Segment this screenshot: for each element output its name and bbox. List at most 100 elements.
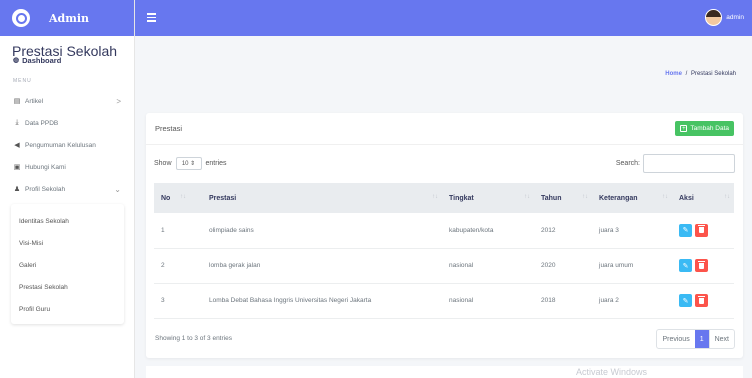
prestasi-table: No ↑↓ Prestasi ↑↓ Tingkat ↑↓ Tahun ↑↓ Ketera… (154, 183, 734, 319)
cell-no: 3 (161, 297, 165, 304)
brand-name: Admin (49, 11, 90, 25)
entries-select[interactable]: 10 ⇕ (175, 157, 202, 170)
table-row: 1 olimpiade sains kabupaten/kota 2012 ju… (154, 213, 734, 248)
table-header-row: No ↑↓ Prestasi ↑↓ Tingkat ↑↓ Tahun ↑↓ Ketera… (154, 183, 734, 213)
card-header: Prestasi + Tambah Data (146, 113, 743, 145)
edit-button[interactable]: ✎ (679, 259, 692, 272)
column-header-no[interactable]: No ↑↓ (154, 183, 202, 213)
user-menu[interactable]: admin (705, 9, 744, 26)
sort-icon: ↑↓ (724, 194, 730, 200)
cell-keterangan: juara 2 (599, 297, 619, 304)
submenu-item-visi-misi[interactable]: Visi-Misi (11, 232, 124, 254)
user-name: admin (726, 14, 744, 21)
sidebar-item-artikel[interactable]: ▤ Artikel > (0, 90, 134, 112)
entries-label: entries (205, 160, 227, 167)
cell-no: 1 (161, 226, 165, 234)
sidebar-item-data-ppdb[interactable]: ⤓ Data PPDB (0, 112, 134, 134)
entries-control: Show 10 ⇕ entries (154, 157, 227, 170)
sort-icon: ↑↓ (432, 194, 438, 200)
submenu-item-profil-guru[interactable]: Profil Guru (11, 298, 124, 320)
next-page-button[interactable]: Next (708, 330, 734, 348)
search-control: Search: (616, 154, 735, 173)
sidebar-item-label: Pengumuman Kelulusan (25, 141, 96, 149)
cell-tingkat: nasional (449, 262, 474, 269)
brand[interactable]: Admin (0, 0, 134, 36)
search-input[interactable] (643, 154, 735, 173)
sidebar-item-pengumuman-kelulusan[interactable]: ◀ Pengumuman Kelulusan (0, 134, 134, 156)
sidebar-item-label: Profil Sekolah (25, 185, 66, 193)
cell-tingkat: nasional (449, 297, 474, 304)
avatar (705, 9, 723, 26)
trash-icon (698, 260, 705, 269)
column-header-keterangan[interactable]: Keterangan ↑↓ (592, 183, 672, 213)
breadcrumb-home-link[interactable]: Home (665, 71, 682, 77)
activate-windows-watermark: Activate Windows (576, 367, 648, 377)
edit-button[interactable]: ✎ (679, 223, 692, 237)
cell-aksi: ✎ (672, 283, 734, 318)
submenu-item-identitas-sekolah[interactable]: Identitas Sekolah (11, 210, 124, 232)
menu-section-label: MENU (13, 78, 32, 84)
sidebar-item-profil-sekolah[interactable]: ♟ Profil Sekolah ⌄ (0, 178, 134, 200)
delete-button[interactable] (695, 294, 708, 307)
cell-tahun: 2018 (541, 297, 556, 304)
contact-card-icon: ▣ (13, 164, 21, 171)
delete-button[interactable] (695, 223, 708, 237)
cell-prestasi: olimpiade sains (209, 226, 254, 234)
cell-no: 2 (161, 262, 165, 269)
column-header-tingkat[interactable]: Tingkat ↑↓ (442, 183, 534, 213)
previous-page-button[interactable]: Previous (657, 330, 694, 348)
breadcrumb-separator: / (685, 71, 688, 77)
download-icon: ⤓ (15, 119, 19, 126)
plus-square-icon: + (680, 125, 688, 132)
sort-icon: ↑↓ (180, 194, 186, 200)
newspaper-icon: ▤ (13, 98, 21, 105)
cell-tahun: 2020 (541, 262, 556, 269)
breadcrumb: Home / Prestasi Sekolah (665, 71, 736, 77)
add-data-label: Tambah Data (690, 125, 729, 132)
trash-icon (698, 225, 705, 234)
table-info: Showing 1 to 3 of 3 entries (155, 335, 232, 342)
users-icon: ♟ (13, 186, 21, 193)
topbar: admin (135, 0, 752, 36)
megaphone-icon: ◀ (14, 142, 20, 149)
edit-button[interactable]: ✎ (679, 294, 692, 307)
prestasi-card: Prestasi + Tambah Data Show 10 ⇕ entries… (146, 113, 743, 358)
sort-icon: ↑↓ (662, 194, 668, 200)
sidebar-item-label: Data PPDB (25, 119, 59, 127)
edit-icon: ✎ (682, 262, 689, 270)
table-row: 3 Lomba Debat Bahasa Inggris Universitas… (154, 283, 734, 318)
sort-icon: ↑↓ (524, 194, 530, 200)
sidebar-item-label: Hubungi Kami (25, 163, 66, 171)
cell-aksi: ✎ (672, 248, 734, 283)
cell-keterangan: juara umum (599, 262, 634, 269)
table-row: 2 lomba gerak jalan nasional 2020 juara … (154, 248, 734, 283)
sidebar-item-hubungi-kami[interactable]: ▣ Hubungi Kami (0, 156, 134, 178)
profil-sekolah-submenu: Identitas Sekolah Visi-Misi Galeri Prest… (11, 204, 124, 324)
brand-logo-icon (12, 9, 30, 27)
breadcrumb-current: Prestasi Sekolah (690, 71, 736, 77)
column-header-aksi[interactable]: Aksi ↑↓ (672, 183, 734, 213)
edit-icon: ✎ (682, 297, 689, 305)
page-title: Prestasi Sekolah (12, 43, 118, 59)
edit-icon: ✎ (682, 227, 689, 235)
hamburger-menu-icon[interactable] (147, 13, 156, 24)
search-label: Search: (615, 160, 640, 167)
delete-button[interactable] (695, 259, 708, 272)
sort-icon: ↑↓ (582, 194, 588, 200)
card-title: Prestasi (155, 124, 183, 133)
column-header-prestasi[interactable]: Prestasi ↑↓ (202, 183, 442, 213)
page-1-button[interactable]: 1 (694, 330, 709, 348)
cell-keterangan: juara 3 (599, 226, 619, 234)
cell-tingkat: kabupaten/kota (449, 226, 494, 234)
cell-prestasi: Lomba Debat Bahasa Inggris Universitas N… (209, 297, 372, 304)
pagination: Previous 1 Next (656, 329, 735, 349)
add-data-button[interactable]: + Tambah Data (675, 121, 734, 136)
column-header-tahun[interactable]: Tahun ↑↓ (534, 183, 592, 213)
submenu-item-galeri[interactable]: Galeri (11, 254, 124, 276)
cell-prestasi: lomba gerak jalan (209, 262, 261, 269)
cell-aksi: ✎ (672, 213, 734, 248)
chevron-down-icon: ⌄ (114, 184, 121, 194)
sidebar-item-label: Artikel (25, 97, 44, 105)
submenu-item-prestasi-sekolah[interactable]: Prestasi Sekolah (11, 276, 124, 298)
cell-tahun: 2012 (541, 226, 556, 234)
